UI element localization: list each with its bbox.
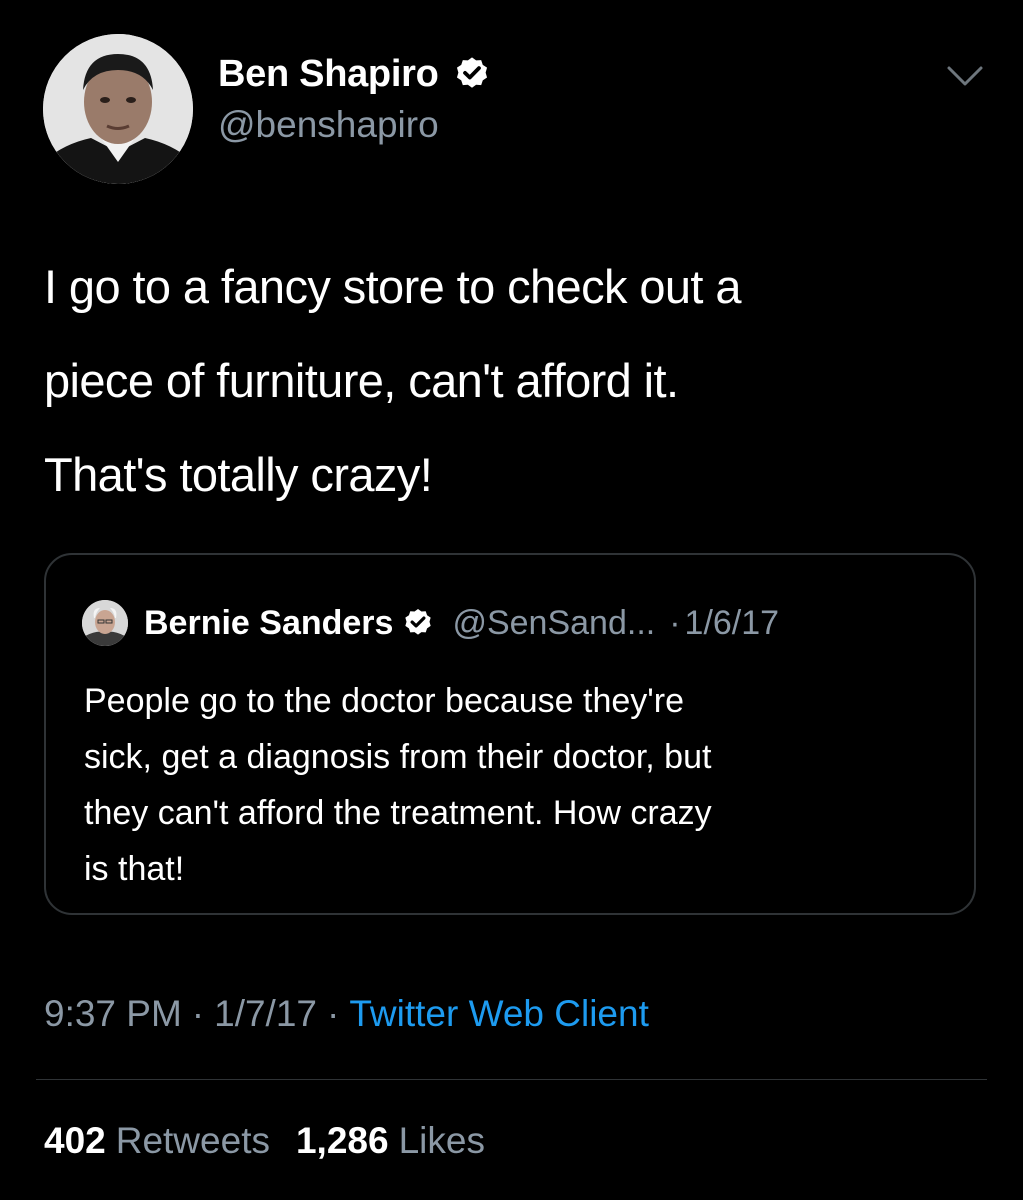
tweet-time[interactable]: 9:37 PM (44, 993, 182, 1035)
divider (36, 1079, 987, 1080)
tweet-text-line: I go to a fancy store to check out a (44, 260, 741, 313)
quoted-tweet-header: Bernie Sanders @SenSand... · 1/6/17 (82, 599, 779, 647)
retweets-label: Retweets (115, 1120, 270, 1161)
author-handle[interactable]: @benshapiro (218, 104, 439, 146)
tweet-text: I go to a fancy store to check out a pie… (44, 240, 984, 522)
verified-badge-icon (402, 607, 434, 639)
quoted-tweet-card[interactable]: Bernie Sanders @SenSand... · 1/6/17 Peop… (44, 553, 976, 915)
quoted-tweet-text: People go to the doctor because they're … (84, 673, 944, 897)
tweet-text-line: piece of furniture, can't afford it. (44, 354, 679, 407)
quoted-tweet-text-line: is that! (84, 850, 185, 888)
retweets-stat[interactable]: 402 Retweets (44, 1120, 270, 1162)
quoted-tweet-text-line: they can't afford the treatment. How cra… (84, 794, 712, 832)
quoted-author-name[interactable]: Bernie Sanders (144, 604, 393, 643)
separator-dot: · (191, 993, 205, 1034)
tweet-text-line: That's totally crazy! (44, 448, 433, 501)
quoted-tweet-date[interactable]: 1/6/17 (685, 604, 780, 643)
chevron-down-icon[interactable] (945, 64, 985, 90)
author-avatar-image (43, 34, 193, 184)
quoted-author-avatar[interactable] (82, 600, 128, 646)
tweet-date[interactable]: 1/7/17 (214, 993, 317, 1035)
separator-dot: · (327, 993, 340, 1034)
author-name[interactable]: Ben Shapiro (218, 53, 439, 96)
tweet-stats: 402 Retweets 1,286 Likes (44, 1116, 485, 1166)
likes-label: Likes (398, 1120, 485, 1161)
likes-count: 1,286 (295, 1120, 389, 1161)
tweet-meta: 9:37 PM · 1/7/17 · Twitter Web Client (44, 990, 649, 1038)
separator-dot: · (669, 603, 681, 642)
author-avatar[interactable] (43, 34, 193, 184)
likes-stat[interactable]: 1,286 Likes (296, 1120, 485, 1162)
tweet-source-link[interactable]: Twitter Web Client (349, 993, 649, 1035)
quoted-tweet-text-line: People go to the doctor because they're (84, 682, 685, 720)
author-name-row[interactable]: Ben Shapiro (218, 48, 491, 100)
quoted-author-handle[interactable]: @SenSand... (452, 604, 655, 643)
verified-badge-icon (453, 55, 491, 93)
quoted-tweet-text-line: sick, get a diagnosis from their doctor,… (84, 738, 712, 776)
retweets-count: 402 (44, 1120, 106, 1161)
